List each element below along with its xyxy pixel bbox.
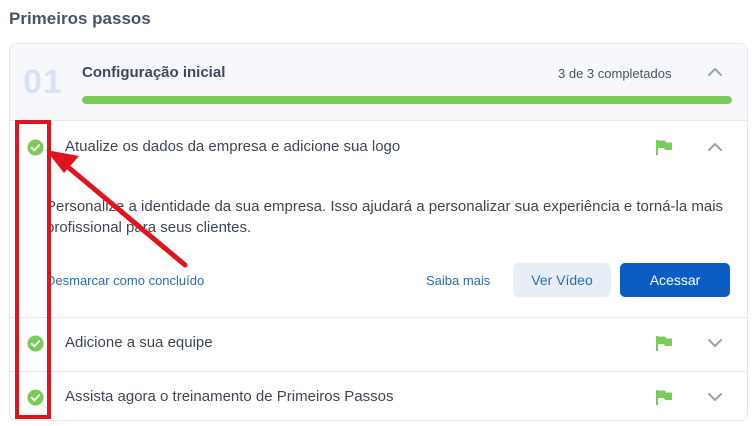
task-detail-panel: Personalize a identidade da sua empresa.… xyxy=(10,172,747,317)
chevron-up-icon[interactable] xyxy=(700,132,730,162)
flag-icon xyxy=(656,390,672,405)
task-description: Personalize a identidade da sua empresa.… xyxy=(46,198,724,236)
progress-fill xyxy=(82,96,732,104)
task-label: Assista agora o treinamento de Primeiros… xyxy=(65,388,394,405)
access-button[interactable]: Acessar xyxy=(620,263,730,297)
flag-icon xyxy=(656,140,672,155)
step-number: 01 xyxy=(23,63,63,101)
flag-icon xyxy=(656,336,672,351)
learn-more-link[interactable]: Saiba mais xyxy=(426,273,490,288)
unmark-complete-link[interactable]: Desmarcar como concluído xyxy=(46,273,204,288)
task-row-company-data[interactable]: Atualize os dados da empresa e adicione … xyxy=(10,122,747,172)
task-label: Adicione a sua equipe xyxy=(65,334,213,351)
chevron-up-icon[interactable] xyxy=(700,57,730,87)
chevron-down-icon[interactable] xyxy=(700,382,730,412)
section-progress-text: 3 de 3 completados xyxy=(558,66,672,81)
page-title: Primeiros passos xyxy=(9,9,151,28)
chevron-down-icon[interactable] xyxy=(700,328,730,358)
task-row-training[interactable]: Assista agora o treinamento de Primeiros… xyxy=(10,371,747,420)
watch-video-button[interactable]: Ver Vídeo xyxy=(513,263,611,297)
annotation-highlight-box xyxy=(15,120,51,419)
section-header[interactable]: 01 Configuração inicial 3 de 3 completad… xyxy=(10,44,747,121)
section-progress-bar xyxy=(82,96,732,104)
task-label: Atualize os dados da empresa e adicione … xyxy=(65,138,401,155)
onboarding-card: 01 Configuração inicial 3 de 3 completad… xyxy=(9,43,748,421)
task-row-team[interactable]: Adicione a sua equipe xyxy=(10,317,747,367)
section-title: Configuração inicial xyxy=(82,64,226,81)
